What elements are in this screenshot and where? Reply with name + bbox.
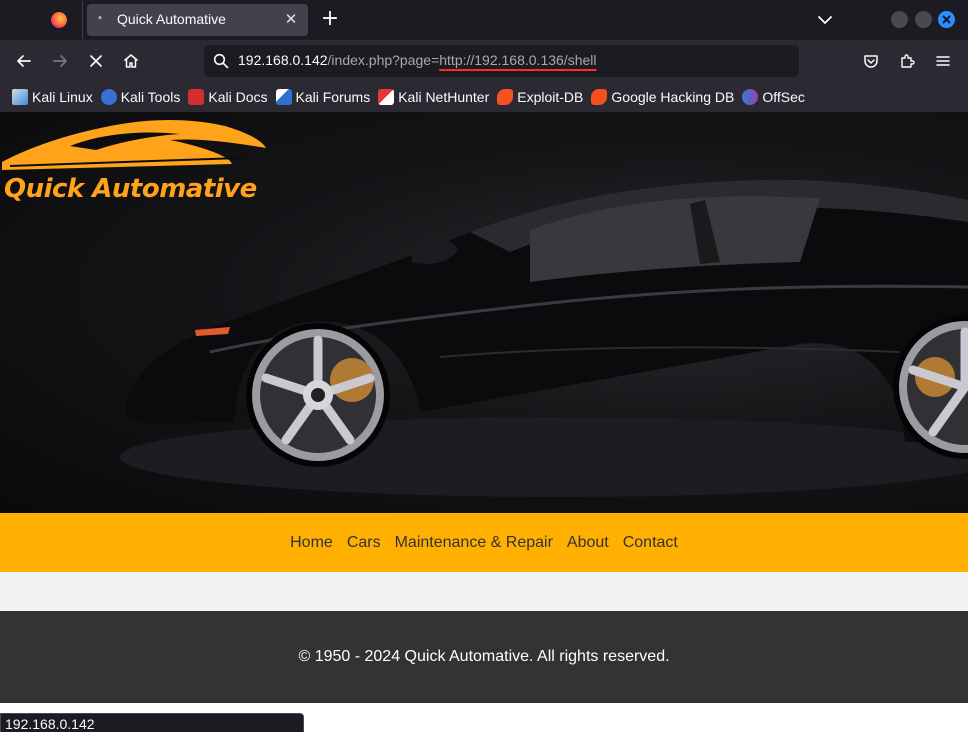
- minimize-button[interactable]: [891, 11, 908, 28]
- app-menu-button[interactable]: [931, 49, 955, 73]
- forward-button[interactable]: [48, 49, 72, 73]
- close-window-button[interactable]: [938, 11, 955, 28]
- puzzle-piece-icon: [900, 53, 915, 68]
- url-path: /index.php?page=: [327, 52, 440, 68]
- pocket-button[interactable]: [859, 49, 883, 73]
- pocket-icon: [864, 55, 878, 68]
- bookmark-google-hacking-db[interactable]: Google Hacking DB: [589, 85, 740, 109]
- exploit-db-icon: [497, 89, 514, 105]
- url-host: 192.168.0.142: [238, 52, 328, 68]
- bookmark-label: Kali Docs: [208, 89, 268, 105]
- footer-copyright: © 1950 - 2024 Quick Automative. All righ…: [298, 648, 670, 665]
- bookmark-offsec[interactable]: OffSec: [740, 85, 811, 109]
- ghdb-icon: [591, 89, 608, 105]
- tab-loading-indicator: •: [97, 13, 103, 24]
- nav-cars-link[interactable]: Cars: [340, 534, 388, 552]
- web-page: Quick Automative Home Cars Maintenance &…: [0, 112, 968, 732]
- search-icon: [213, 53, 229, 69]
- bookmarks-toolbar: Kali Linux Kali Tools Kali Docs Kali For…: [0, 82, 968, 112]
- home-icon: [124, 54, 138, 68]
- tab-separator: [82, 0, 83, 40]
- bookmark-label: Kali Linux: [32, 89, 93, 105]
- close-icon: [942, 15, 951, 24]
- new-tab-button[interactable]: +: [318, 6, 342, 34]
- bookmark-label: Kali Tools: [120, 89, 181, 105]
- stop-loading-button[interactable]: [84, 49, 108, 73]
- bookmark-kali-nethunter[interactable]: Kali NetHunter: [376, 85, 495, 109]
- firefox-logo-icon: [51, 12, 67, 28]
- page-content-area: [0, 572, 968, 611]
- kali-tools-icon: [100, 89, 117, 105]
- tab-list-button[interactable]: [814, 10, 836, 30]
- kali-forums-icon: [275, 89, 292, 105]
- hero-banner: Quick Automative: [0, 112, 968, 513]
- firefox-view-button[interactable]: [44, 6, 74, 34]
- bookmark-kali-forums[interactable]: Kali Forums: [274, 85, 377, 109]
- nav-contact-link[interactable]: Contact: [616, 534, 685, 552]
- url-text[interactable]: 192.168.0.142/index.php?page=http://192.…: [238, 52, 596, 68]
- maximize-button[interactable]: [915, 11, 932, 28]
- close-icon: [90, 55, 102, 67]
- kali-docs-icon: [188, 89, 205, 105]
- status-bar-url: 192.168.0.142: [0, 713, 304, 732]
- bookmark-label: Exploit-DB: [517, 89, 584, 105]
- tab-title: Quick Automative: [117, 11, 226, 27]
- url-param-highlighted: http://192.168.0.136/shell: [439, 52, 597, 68]
- navigation-toolbar: 192.168.0.142/index.php?page=http://192.…: [0, 40, 968, 82]
- front-wheel: [246, 323, 390, 467]
- bookmark-label: Kali Forums: [295, 89, 371, 105]
- tab-close-icon[interactable]: ✕: [282, 10, 300, 28]
- nav-maintenance-repair-link[interactable]: Maintenance & Repair: [388, 534, 560, 552]
- offsec-icon: [742, 89, 759, 105]
- bookmark-exploit-db[interactable]: Exploit-DB: [495, 85, 589, 109]
- arrow-left-icon: [17, 55, 31, 67]
- arrow-right-icon: [53, 55, 67, 67]
- home-button[interactable]: [119, 49, 143, 73]
- bookmark-label: OffSec: [762, 89, 805, 105]
- bookmark-kali-docs[interactable]: Kali Docs: [186, 85, 273, 109]
- nethunter-icon: [378, 89, 395, 105]
- back-button[interactable]: [12, 49, 36, 73]
- hamburger-menu-icon: [936, 56, 950, 66]
- hero-car-image: [2, 120, 968, 497]
- kali-dragon-icon: [12, 89, 28, 105]
- nav-about-link[interactable]: About: [560, 534, 616, 552]
- active-tab[interactable]: • Quick Automative ✕: [87, 4, 308, 36]
- url-bar[interactable]: 192.168.0.142/index.php?page=http://192.…: [204, 45, 799, 77]
- brand-name[interactable]: Quick Automative: [4, 174, 257, 204]
- chevron-down-icon: [818, 16, 832, 24]
- nav-home-link[interactable]: Home: [283, 534, 340, 552]
- car-logo-icon: [2, 120, 266, 170]
- bookmark-kali-tools[interactable]: Kali Tools: [99, 85, 187, 109]
- bookmark-label: Google Hacking DB: [611, 89, 735, 105]
- footer: © 1950 - 2024 Quick Automative. All righ…: [0, 611, 968, 703]
- extensions-button[interactable]: [895, 49, 919, 73]
- tab-bar: • Quick Automative ✕ +: [0, 0, 968, 40]
- bookmark-label: Kali NetHunter: [398, 89, 490, 105]
- bookmark-kali-linux[interactable]: Kali Linux: [10, 85, 99, 109]
- site-navigation: Home Cars Maintenance & Repair About Con…: [0, 513, 968, 572]
